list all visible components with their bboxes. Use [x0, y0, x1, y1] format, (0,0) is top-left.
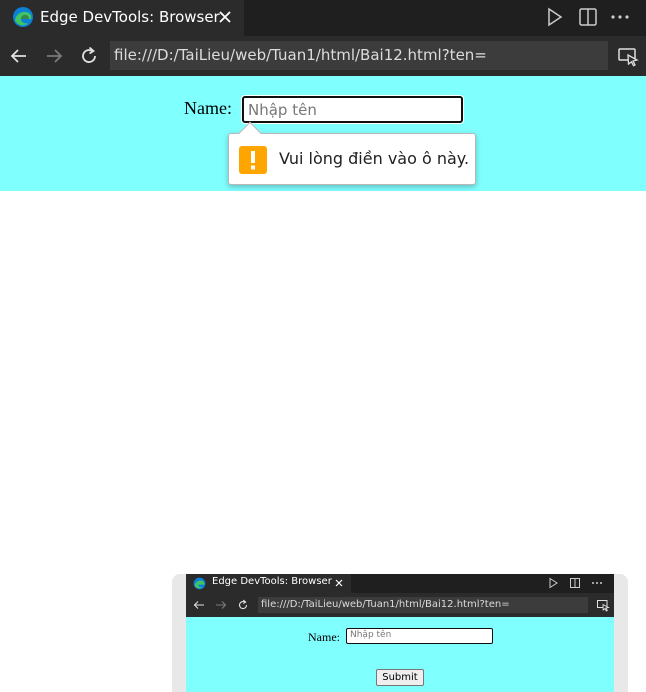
thumbnail-page-viewport: Name: Nhập tên Submit — [186, 617, 614, 692]
reload-icon[interactable] — [77, 44, 101, 68]
thumbnail-name-input: Nhập tên — [346, 628, 493, 644]
browser-tab[interactable]: Edge DevTools: Browser — [0, 0, 244, 36]
validation-tooltip: Vui lòng điền vào ô này. — [228, 121, 476, 185]
split-editor-icon[interactable] — [574, 4, 602, 30]
forward-arrow-icon[interactable] — [42, 44, 66, 68]
warning-icon — [239, 146, 267, 174]
split-editor-icon — [570, 578, 580, 588]
close-icon — [335, 579, 343, 587]
edge-logo-icon — [193, 577, 206, 590]
play-icon[interactable] — [540, 4, 568, 30]
thumbnail-title-bar: Edge DevTools: Browser — [186, 574, 614, 593]
inspect-screencast-icon — [597, 600, 610, 612]
back-arrow-icon[interactable] — [7, 44, 31, 68]
title-bar: Edge DevTools: Browser — [0, 0, 646, 36]
forward-arrow-icon — [216, 601, 227, 609]
thumbnail-tab-title: Edge DevTools: Browser — [212, 576, 332, 587]
name-label: Name: — [184, 98, 232, 118]
window-preview-thumbnail[interactable]: Edge DevTools: Browser file:///D:/TaiLie… — [172, 574, 628, 692]
name-input[interactable] — [242, 96, 463, 123]
thumbnail-name-label: Name: — [308, 630, 340, 644]
edge-logo-icon — [13, 7, 33, 27]
address-bar — [0, 36, 646, 76]
url-input[interactable] — [110, 41, 608, 70]
validation-message: Vui lòng điền vào ô này. — [279, 149, 470, 168]
more-icon — [592, 582, 602, 584]
inspect-screencast-icon[interactable] — [616, 44, 640, 68]
tab-title: Edge DevTools: Browser — [40, 8, 220, 26]
thumbnail-submit-button: Submit — [376, 669, 424, 686]
thumbnail-url: file:///D:/TaiLieu/web/Tuan1/html/Bai12.… — [258, 597, 588, 613]
back-arrow-icon — [193, 601, 204, 609]
play-icon — [549, 577, 558, 589]
thumbnail-address-bar: file:///D:/TaiLieu/web/Tuan1/html/Bai12.… — [186, 593, 614, 617]
reload-icon — [238, 599, 248, 610]
thumbnail-tab: Edge DevTools: Browser — [186, 574, 351, 593]
more-icon[interactable] — [606, 4, 634, 30]
close-icon[interactable] — [212, 4, 238, 30]
